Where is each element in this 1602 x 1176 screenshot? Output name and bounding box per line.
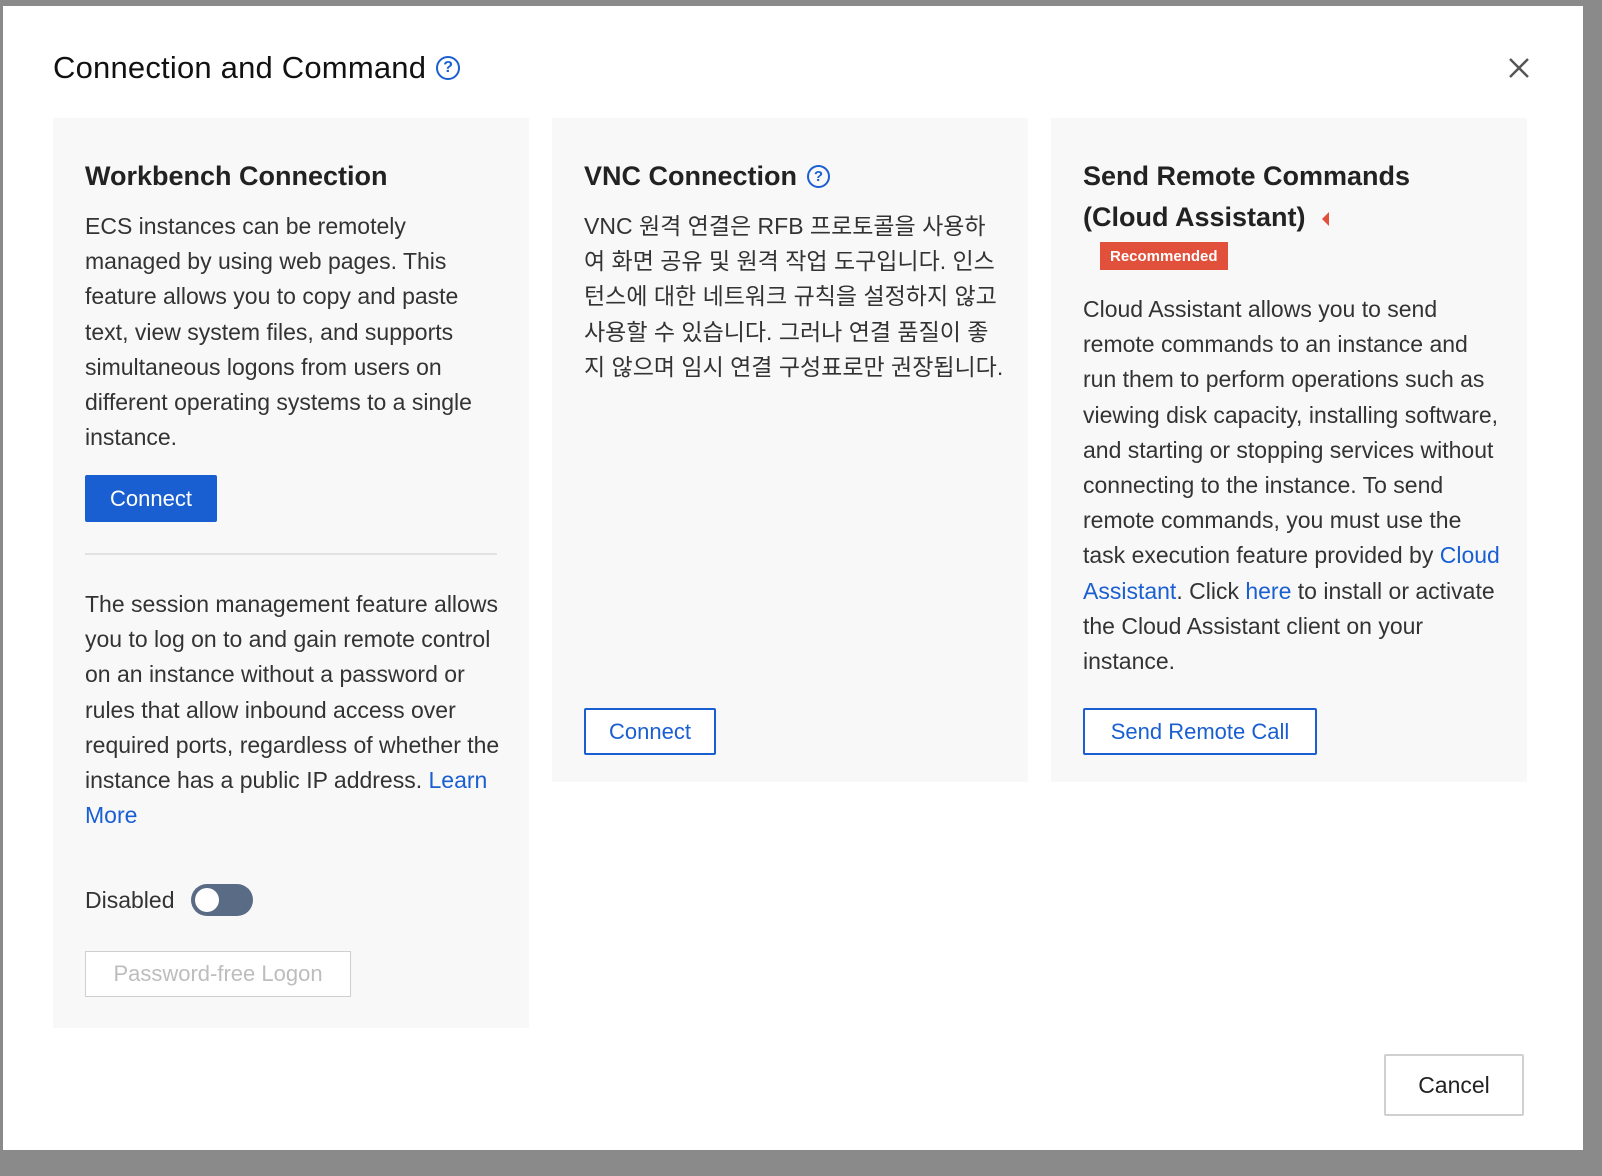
- remote-title-row: Send Remote Commands (Cloud Assistant): [1083, 156, 1483, 238]
- toggle-knob: [194, 888, 219, 912]
- divider: [85, 553, 497, 555]
- session-description-text: The session management feature allows yo…: [85, 591, 500, 794]
- remote-title: Send Remote Commands (Cloud Assistant): [1083, 161, 1411, 232]
- vnc-connect-button[interactable]: Connect: [584, 708, 716, 755]
- cancel-button[interactable]: Cancel: [1384, 1054, 1524, 1116]
- remote-commands-panel: Send Remote Commands (Cloud Assistant) R…: [1051, 118, 1527, 782]
- session-toggle-row: Disabled: [85, 884, 253, 916]
- modal-header: Connection and Command ?: [53, 44, 461, 92]
- vnc-panel: VNC Connection ? VNC 원격 연결은 RFB 프로토콜을 사용…: [552, 118, 1028, 782]
- workbench-connect-button[interactable]: Connect: [85, 475, 217, 522]
- here-link[interactable]: here: [1245, 578, 1291, 604]
- toggle-label: Disabled: [85, 886, 175, 913]
- vnc-title-row: VNC Connection ?: [584, 156, 830, 197]
- password-free-logon-button: Password-free Logon: [85, 951, 351, 997]
- help-icon[interactable]: ?: [436, 56, 461, 80]
- send-remote-call-button[interactable]: Send Remote Call: [1083, 708, 1317, 755]
- vnc-title: VNC Connection: [584, 161, 797, 191]
- modal-title: Connection and Command: [53, 50, 427, 85]
- session-description: The session management feature allows yo…: [85, 587, 505, 833]
- vnc-help-icon[interactable]: ?: [807, 165, 830, 188]
- workbench-description: ECS instances can be remotely managed by…: [85, 213, 472, 451]
- workbench-panel: Workbench Connection ECS instances can b…: [53, 118, 529, 1028]
- recommended-badge: Recommended: [1100, 242, 1228, 270]
- remote-desc-part1: Cloud Assistant allows you to send remot…: [1083, 296, 1499, 569]
- connection-modal: Connection and Command ? Workbench Conne…: [3, 6, 1583, 1150]
- remote-description: Cloud Assistant allows you to send remot…: [1083, 292, 1503, 679]
- remote-desc-part2: . Click: [1176, 577, 1246, 604]
- caret-left-icon: [1321, 211, 1329, 226]
- vnc-description: VNC 원격 연결은 RFB 프로토콜을 사용하여 화면 공유 및 원격 작업 …: [584, 213, 1004, 380]
- session-toggle[interactable]: [190, 884, 253, 916]
- workbench-title: Workbench Connection: [85, 161, 388, 191]
- close-icon[interactable]: [1501, 50, 1537, 86]
